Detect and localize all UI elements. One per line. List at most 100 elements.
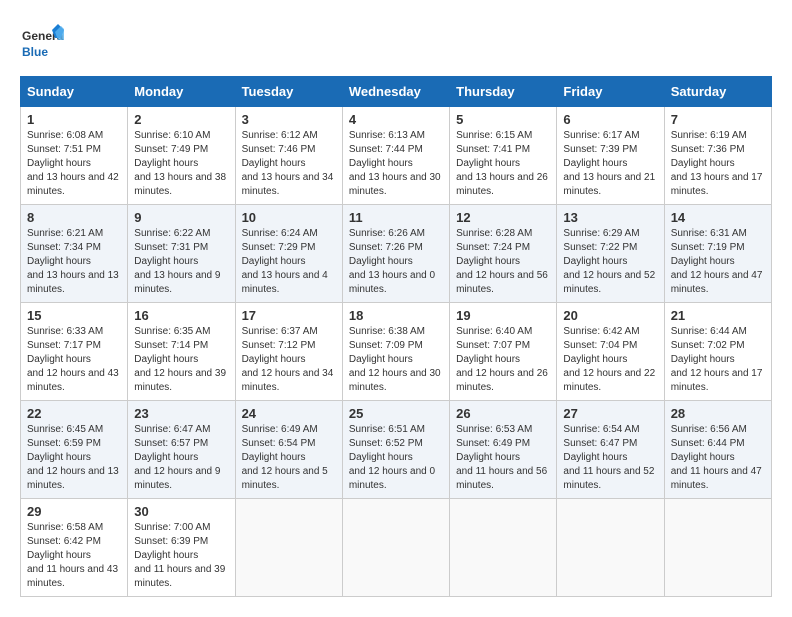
day-cell: 9 Sunrise: 6:22 AM Sunset: 7:31 PM Dayli…: [128, 205, 235, 303]
week-row-2: 8 Sunrise: 6:21 AM Sunset: 7:34 PM Dayli…: [21, 205, 772, 303]
day-info: Sunrise: 6:56 AM Sunset: 6:44 PM Dayligh…: [671, 423, 765, 493]
day-number: 11: [349, 210, 443, 225]
day-info: Sunrise: 6:13 AM Sunset: 7:44 PM Dayligh…: [349, 129, 443, 199]
weekday-header-monday: Monday: [128, 77, 235, 107]
day-cell: 16 Sunrise: 6:35 AM Sunset: 7:14 PM Dayl…: [128, 303, 235, 401]
weekday-header-thursday: Thursday: [450, 77, 557, 107]
day-cell: 7 Sunrise: 6:19 AM Sunset: 7:36 PM Dayli…: [664, 107, 771, 205]
day-number: 20: [563, 308, 657, 323]
weekday-header-sunday: Sunday: [21, 77, 128, 107]
logo: General Blue: [20, 20, 64, 64]
day-info: Sunrise: 6:44 AM Sunset: 7:02 PM Dayligh…: [671, 325, 765, 395]
day-info: Sunrise: 6:42 AM Sunset: 7:04 PM Dayligh…: [563, 325, 657, 395]
day-info: Sunrise: 6:47 AM Sunset: 6:57 PM Dayligh…: [134, 423, 228, 493]
day-cell: [450, 499, 557, 597]
page: General Blue SundayMondayTuesdayWednesda…: [0, 0, 792, 617]
day-cell: [557, 499, 664, 597]
day-number: 12: [456, 210, 550, 225]
day-number: 26: [456, 406, 550, 421]
day-cell: 20 Sunrise: 6:42 AM Sunset: 7:04 PM Dayl…: [557, 303, 664, 401]
day-cell: 15 Sunrise: 6:33 AM Sunset: 7:17 PM Dayl…: [21, 303, 128, 401]
day-cell: 26 Sunrise: 6:53 AM Sunset: 6:49 PM Dayl…: [450, 401, 557, 499]
day-info: Sunrise: 6:26 AM Sunset: 7:26 PM Dayligh…: [349, 227, 443, 297]
day-number: 10: [242, 210, 336, 225]
day-cell: 22 Sunrise: 6:45 AM Sunset: 6:59 PM Dayl…: [21, 401, 128, 499]
day-number: 9: [134, 210, 228, 225]
day-cell: 8 Sunrise: 6:21 AM Sunset: 7:34 PM Dayli…: [21, 205, 128, 303]
day-cell: 23 Sunrise: 6:47 AM Sunset: 6:57 PM Dayl…: [128, 401, 235, 499]
header: General Blue: [20, 20, 772, 64]
day-number: 30: [134, 504, 228, 519]
week-row-4: 22 Sunrise: 6:45 AM Sunset: 6:59 PM Dayl…: [21, 401, 772, 499]
day-info: Sunrise: 6:24 AM Sunset: 7:29 PM Dayligh…: [242, 227, 336, 297]
day-number: 19: [456, 308, 550, 323]
day-info: Sunrise: 6:58 AM Sunset: 6:42 PM Dayligh…: [27, 521, 121, 591]
day-info: Sunrise: 6:15 AM Sunset: 7:41 PM Dayligh…: [456, 129, 550, 199]
day-cell: 12 Sunrise: 6:28 AM Sunset: 7:24 PM Dayl…: [450, 205, 557, 303]
day-cell: 6 Sunrise: 6:17 AM Sunset: 7:39 PM Dayli…: [557, 107, 664, 205]
week-row-3: 15 Sunrise: 6:33 AM Sunset: 7:17 PM Dayl…: [21, 303, 772, 401]
day-info: Sunrise: 6:22 AM Sunset: 7:31 PM Dayligh…: [134, 227, 228, 297]
day-cell: 5 Sunrise: 6:15 AM Sunset: 7:41 PM Dayli…: [450, 107, 557, 205]
day-info: Sunrise: 6:53 AM Sunset: 6:49 PM Dayligh…: [456, 423, 550, 493]
day-info: Sunrise: 6:40 AM Sunset: 7:07 PM Dayligh…: [456, 325, 550, 395]
day-number: 2: [134, 112, 228, 127]
day-number: 27: [563, 406, 657, 421]
day-cell: 27 Sunrise: 6:54 AM Sunset: 6:47 PM Dayl…: [557, 401, 664, 499]
day-info: Sunrise: 6:54 AM Sunset: 6:47 PM Dayligh…: [563, 423, 657, 493]
day-number: 21: [671, 308, 765, 323]
day-info: Sunrise: 7:00 AM Sunset: 6:39 PM Dayligh…: [134, 521, 228, 591]
day-cell: [235, 499, 342, 597]
day-info: Sunrise: 6:08 AM Sunset: 7:51 PM Dayligh…: [27, 129, 121, 199]
day-number: 5: [456, 112, 550, 127]
day-info: Sunrise: 6:12 AM Sunset: 7:46 PM Dayligh…: [242, 129, 336, 199]
day-info: Sunrise: 6:45 AM Sunset: 6:59 PM Dayligh…: [27, 423, 121, 493]
day-number: 16: [134, 308, 228, 323]
day-cell: 14 Sunrise: 6:31 AM Sunset: 7:19 PM Dayl…: [664, 205, 771, 303]
day-cell: [664, 499, 771, 597]
svg-text:Blue: Blue: [22, 45, 48, 59]
day-info: Sunrise: 6:10 AM Sunset: 7:49 PM Dayligh…: [134, 129, 228, 199]
day-cell: 11 Sunrise: 6:26 AM Sunset: 7:26 PM Dayl…: [342, 205, 449, 303]
day-number: 4: [349, 112, 443, 127]
day-number: 29: [27, 504, 121, 519]
day-number: 6: [563, 112, 657, 127]
calendar: SundayMondayTuesdayWednesdayThursdayFrid…: [20, 76, 772, 597]
day-cell: 19 Sunrise: 6:40 AM Sunset: 7:07 PM Dayl…: [450, 303, 557, 401]
day-number: 17: [242, 308, 336, 323]
day-cell: 29 Sunrise: 6:58 AM Sunset: 6:42 PM Dayl…: [21, 499, 128, 597]
weekday-header-wednesday: Wednesday: [342, 77, 449, 107]
day-cell: 4 Sunrise: 6:13 AM Sunset: 7:44 PM Dayli…: [342, 107, 449, 205]
day-info: Sunrise: 6:19 AM Sunset: 7:36 PM Dayligh…: [671, 129, 765, 199]
day-info: Sunrise: 6:28 AM Sunset: 7:24 PM Dayligh…: [456, 227, 550, 297]
day-number: 23: [134, 406, 228, 421]
day-number: 1: [27, 112, 121, 127]
day-info: Sunrise: 6:49 AM Sunset: 6:54 PM Dayligh…: [242, 423, 336, 493]
day-cell: 21 Sunrise: 6:44 AM Sunset: 7:02 PM Dayl…: [664, 303, 771, 401]
day-number: 24: [242, 406, 336, 421]
day-number: 22: [27, 406, 121, 421]
day-number: 8: [27, 210, 121, 225]
day-number: 3: [242, 112, 336, 127]
day-info: Sunrise: 6:31 AM Sunset: 7:19 PM Dayligh…: [671, 227, 765, 297]
day-cell: 28 Sunrise: 6:56 AM Sunset: 6:44 PM Dayl…: [664, 401, 771, 499]
day-cell: [342, 499, 449, 597]
weekday-header-tuesday: Tuesday: [235, 77, 342, 107]
day-info: Sunrise: 6:29 AM Sunset: 7:22 PM Dayligh…: [563, 227, 657, 297]
day-info: Sunrise: 6:35 AM Sunset: 7:14 PM Dayligh…: [134, 325, 228, 395]
week-row-1: 1 Sunrise: 6:08 AM Sunset: 7:51 PM Dayli…: [21, 107, 772, 205]
day-info: Sunrise: 6:33 AM Sunset: 7:17 PM Dayligh…: [27, 325, 121, 395]
day-number: 28: [671, 406, 765, 421]
day-info: Sunrise: 6:21 AM Sunset: 7:34 PM Dayligh…: [27, 227, 121, 297]
week-row-5: 29 Sunrise: 6:58 AM Sunset: 6:42 PM Dayl…: [21, 499, 772, 597]
day-cell: 10 Sunrise: 6:24 AM Sunset: 7:29 PM Dayl…: [235, 205, 342, 303]
day-info: Sunrise: 6:38 AM Sunset: 7:09 PM Dayligh…: [349, 325, 443, 395]
weekday-header-row: SundayMondayTuesdayWednesdayThursdayFrid…: [21, 77, 772, 107]
day-info: Sunrise: 6:17 AM Sunset: 7:39 PM Dayligh…: [563, 129, 657, 199]
day-cell: 24 Sunrise: 6:49 AM Sunset: 6:54 PM Dayl…: [235, 401, 342, 499]
day-info: Sunrise: 6:51 AM Sunset: 6:52 PM Dayligh…: [349, 423, 443, 493]
day-cell: 1 Sunrise: 6:08 AM Sunset: 7:51 PM Dayli…: [21, 107, 128, 205]
day-cell: 2 Sunrise: 6:10 AM Sunset: 7:49 PM Dayli…: [128, 107, 235, 205]
day-number: 14: [671, 210, 765, 225]
day-cell: 17 Sunrise: 6:37 AM Sunset: 7:12 PM Dayl…: [235, 303, 342, 401]
